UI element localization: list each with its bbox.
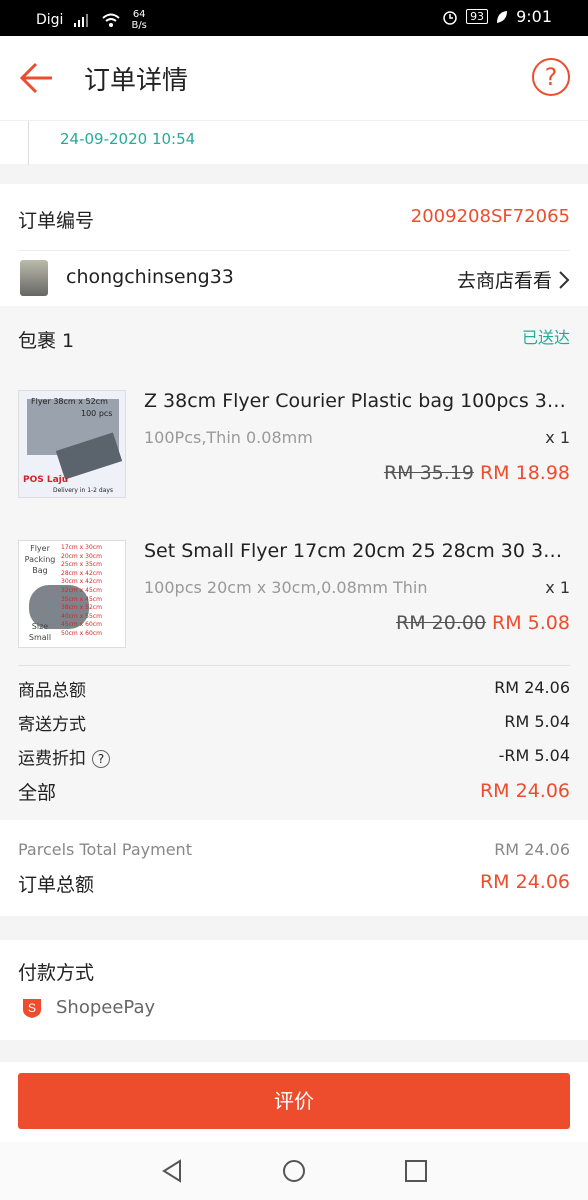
order-number-label: 订单编号 xyxy=(18,210,95,232)
subtotal-label: 商品总额 xyxy=(18,681,86,701)
battery-level: 93 xyxy=(466,9,489,24)
order-item[interactable]: Flyer 38cm x 52cm 100 pcs POS Laju Deliv… xyxy=(0,390,588,530)
app-header: 订单详情 ? xyxy=(0,36,588,120)
payment-method-value: ShopeePay xyxy=(56,997,156,1018)
package-label: 包裹 1 xyxy=(18,330,75,352)
discount-price: RM 18.98 xyxy=(479,462,570,484)
bottom-action-bar: 评价 xyxy=(0,1062,588,1142)
shop-avatar[interactable] xyxy=(20,260,48,296)
signal-icon xyxy=(74,14,89,27)
status-bar: Digi 64 B/s 93 9:01 xyxy=(0,0,588,36)
size-option: 45cm x 60cm xyxy=(61,621,102,629)
rate-button[interactable]: 评价 xyxy=(18,1073,570,1129)
timeline-line xyxy=(28,121,29,165)
help-icon[interactable]: ? xyxy=(532,58,570,96)
discount-price: RM 5.08 xyxy=(492,612,570,634)
size-option: 38cm x 52cm xyxy=(61,604,102,612)
product-thumbnail: Flyer Packing Bag Size Small 17cm x 30cm… xyxy=(18,540,126,648)
shipping-row: 寄送方式 RM 5.04 xyxy=(18,710,570,740)
payment-method-card: 付款方式 S ShopeePay xyxy=(0,940,588,1040)
leaf-icon xyxy=(497,10,508,23)
delivery-status: 已送达 xyxy=(521,328,570,347)
order-item[interactable]: Flyer Packing Bag Size Small 17cm x 30cm… xyxy=(0,540,588,680)
nav-recents-icon[interactable] xyxy=(404,1159,428,1183)
question-icon[interactable]: ? xyxy=(92,750,110,768)
size-option: 20cm x 30cm xyxy=(61,552,102,560)
shipping-label: 寄送方式 xyxy=(18,715,86,735)
order-number[interactable]: 2009208SF72065 xyxy=(411,206,570,227)
product-name: Set Small Flyer 17cm 20cm 25 28cm 30 32 … xyxy=(144,540,568,562)
net-speed: 64 B/s xyxy=(131,9,147,31)
size-option: 40cm x 55cm xyxy=(61,612,102,620)
tracking-date: 24-09-2020 10:54 xyxy=(60,130,196,148)
package-total-value: RM 24.06 xyxy=(479,780,570,802)
visit-shop-link[interactable]: 去商店看看 xyxy=(457,266,570,293)
shopeepay-icon: S xyxy=(23,999,41,1018)
size-option: 32cm x 45cm xyxy=(61,586,102,594)
clock: 9:01 xyxy=(516,7,552,26)
payment-total-card: Parcels Total Payment RM 24.06 订单总额 RM 2… xyxy=(0,820,588,916)
original-price: RM 20.00 xyxy=(396,612,487,634)
order-info-card: 订单编号 2009208SF72065 chongchinseng33 去商店看… xyxy=(0,184,588,306)
page-title: 订单详情 xyxy=(84,66,189,96)
product-quantity: x 1 xyxy=(545,428,570,447)
size-option: 17cm x 30cm xyxy=(61,544,102,551)
order-total-label: 订单总额 xyxy=(18,874,95,896)
wifi-icon xyxy=(102,13,121,27)
size-option: 35cm x 45cm xyxy=(61,595,102,603)
nav-back-icon[interactable] xyxy=(160,1159,184,1183)
shipping-value: RM 5.04 xyxy=(504,712,570,731)
product-price: RM 20.00 RM 5.08 xyxy=(396,612,570,634)
product-name: Z 38cm Flyer Courier Plastic bag 100pcs … xyxy=(144,390,568,412)
subtotal-value: RM 24.06 xyxy=(494,678,570,697)
visit-shop-label: 去商店看看 xyxy=(456,270,552,292)
svg-text:S: S xyxy=(28,1001,36,1015)
shipping-discount-value: -RM 5.04 xyxy=(498,746,570,765)
package-total-label: 全部 xyxy=(18,782,57,804)
nav-home-icon[interactable] xyxy=(282,1159,306,1183)
package-total-row: 全部 RM 24.06 xyxy=(18,778,570,808)
size-option: 50cm x 60cm xyxy=(61,629,102,637)
chevron-right-icon xyxy=(559,270,570,289)
tracking-timeline: 24-09-2020 10:54 xyxy=(0,120,588,165)
back-arrow-icon[interactable] xyxy=(18,60,54,96)
parcels-total-label: Parcels Total Payment xyxy=(18,840,192,859)
alarm-icon xyxy=(443,10,457,25)
size-option: 30cm x 42cm xyxy=(61,578,102,586)
product-variation: 100pcs 20cm x 30cm,0.08mm Thin xyxy=(144,578,428,597)
shipping-discount-label: 运费折扣? xyxy=(18,744,110,769)
original-price: RM 35.19 xyxy=(383,462,474,484)
system-nav-bar xyxy=(0,1142,588,1200)
payment-method-label: 付款方式 xyxy=(18,962,95,984)
size-list: 17cm x 30cm 20cm x 30cm 25cm x 35cm 28cm x … xyxy=(61,544,102,639)
product-thumbnail: Flyer 38cm x 52cm 100 pcs POS Laju Deliv… xyxy=(18,390,126,498)
shipping-discount-row: 运费折扣? -RM 5.04 xyxy=(18,744,570,774)
subtotal-row: 商品总额 RM 24.06 xyxy=(18,676,570,706)
carrier-label: Digi xyxy=(36,12,64,28)
order-total-value: RM 24.06 xyxy=(479,871,570,893)
product-quantity: x 1 xyxy=(545,578,570,597)
product-variation: 100Pcs,Thin 0.08mm xyxy=(144,428,313,447)
product-price: RM 35.19 RM 18.98 xyxy=(384,462,570,484)
shop-name[interactable]: chongchinseng33 xyxy=(66,266,234,288)
parcels-total-value: RM 24.06 xyxy=(494,840,570,859)
size-option: 28cm x 42cm xyxy=(61,569,102,577)
divider xyxy=(18,665,570,666)
size-option: 25cm x 35cm xyxy=(61,561,102,569)
divider xyxy=(18,250,570,251)
package-section: 包裹 1 已送达 Flyer 38cm x 52cm 100 pcs POS L… xyxy=(0,306,588,820)
